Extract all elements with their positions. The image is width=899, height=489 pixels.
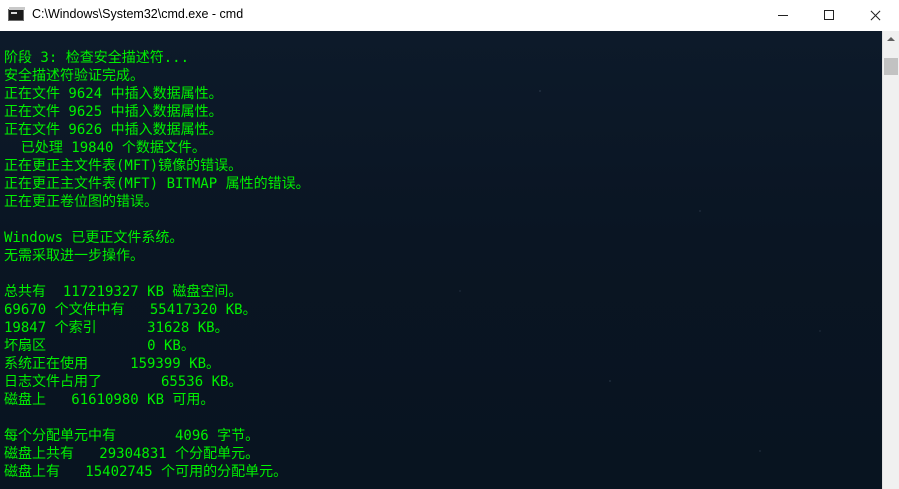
console-line: 正在更正主文件表(MFT) BITMAP 属性的错误。 <box>4 176 310 192</box>
console-line: 磁盘上共有 29304831 个分配单元。 <box>4 446 260 462</box>
console-line: 系统正在使用 159399 KB。 <box>4 356 221 372</box>
vertical-scrollbar[interactable] <box>882 31 899 489</box>
console-line: 正在更正主文件表(MFT)镜像的错误。 <box>4 158 243 174</box>
console-line: Windows 已更正文件系统。 <box>4 230 184 246</box>
console-line: 正在文件 9626 中插入数据属性。 <box>4 122 223 138</box>
window-title: C:\Windows\System32\cmd.exe - cmd <box>32 7 244 21</box>
maximize-button[interactable] <box>806 0 852 31</box>
console-line: 19847 个索引 31628 KB。 <box>4 320 229 336</box>
console-line: 磁盘上有 15402745 个可用的分配单元。 <box>4 464 288 480</box>
console-icon[interactable] <box>8 7 25 21</box>
console-line: 阶段 3: 检查安全描述符... <box>4 50 190 66</box>
minimize-icon <box>778 15 788 16</box>
console-line: 磁盘上 61610980 KB 可用。 <box>4 392 215 408</box>
title-bar[interactable]: C:\Windows\System32\cmd.exe - cmd <box>0 0 899 32</box>
close-button[interactable] <box>852 0 898 31</box>
maximize-icon <box>824 10 834 20</box>
console-line: 正在更正卷位图的错误。 <box>4 194 158 210</box>
console-line: 日志文件占用了 65536 KB。 <box>4 374 243 390</box>
minimize-button[interactable] <box>760 0 806 31</box>
console-line: 正在文件 9624 中插入数据属性。 <box>4 86 223 102</box>
console-output: 阶段 3: 检查安全描述符... 安全描述符验证完成。 正在文件 9624 中插… <box>4 49 310 481</box>
scroll-up-arrow-icon[interactable] <box>883 31 899 48</box>
console-output-area[interactable]: 阶段 3: 检查安全描述符... 安全描述符验证完成。 正在文件 9624 中插… <box>0 31 882 489</box>
console-line: 无需采取进一步操作。 <box>4 248 144 264</box>
console-line: 每个分配单元中有 4096 字节。 <box>4 428 260 444</box>
console-line: 总共有 117219327 KB 磁盘空间。 <box>4 284 243 300</box>
console-line: 正在文件 9625 中插入数据属性。 <box>4 104 223 120</box>
console-line: 已处理 19840 个数据文件。 <box>4 140 206 156</box>
console-line: 69670 个文件中有 55417320 KB。 <box>4 302 257 318</box>
console-line: 安全描述符验证完成。 <box>4 68 144 84</box>
console-line: 坏扇区 0 KB。 <box>4 338 195 354</box>
scroll-thumb[interactable] <box>884 58 898 75</box>
cmd-window: C:\Windows\System32\cmd.exe - cmd 阶段 3: … <box>0 0 899 489</box>
